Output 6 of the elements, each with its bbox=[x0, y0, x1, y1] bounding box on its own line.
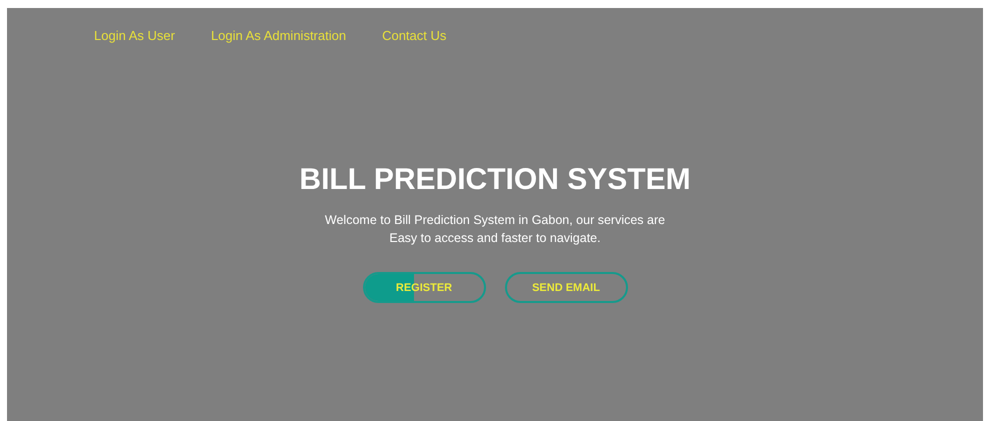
nav-link[interactable]: Login As Administration bbox=[210, 28, 346, 44]
nav-link[interactable]: Contact Us bbox=[382, 28, 446, 44]
welcome-text: Welcome to Bill Prediction System in Gabon, our services are Easy to access and faster to navigate. bbox=[324, 212, 666, 247]
nav-link[interactable]: Login As User bbox=[94, 28, 175, 44]
page-title: BILL PREDICTION SYSTEM bbox=[299, 162, 691, 198]
send-email-button[interactable]: SEND EMAIL bbox=[504, 272, 628, 303]
